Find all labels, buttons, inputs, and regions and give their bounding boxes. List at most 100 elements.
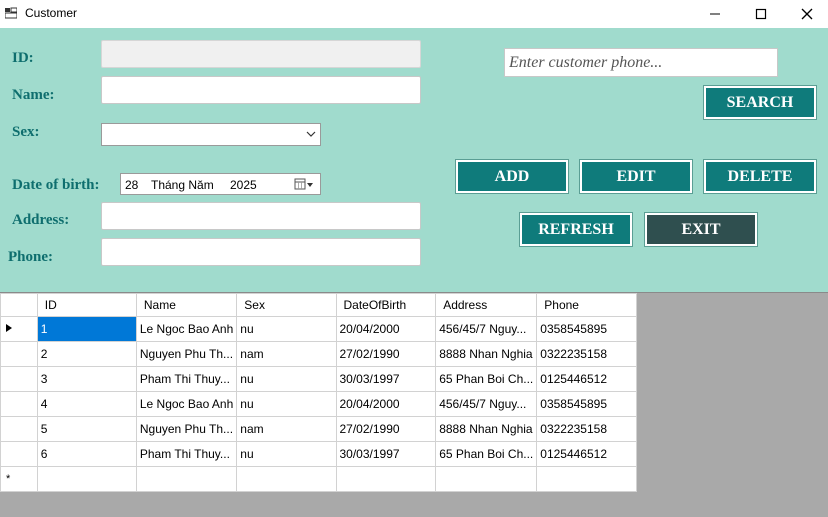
cell-dob[interactable] bbox=[335, 466, 437, 492]
sex-select[interactable] bbox=[101, 123, 321, 146]
minimize-icon bbox=[710, 13, 720, 15]
cell-name[interactable]: Nguyen Phu Th... bbox=[135, 341, 238, 367]
cell-phone[interactable] bbox=[536, 466, 637, 492]
cell-dob[interactable]: 20/04/2000 bbox=[335, 391, 437, 417]
close-button[interactable] bbox=[784, 0, 828, 28]
cell-sex[interactable]: nu bbox=[236, 316, 337, 342]
column-header-dob[interactable]: DateOfBirth bbox=[335, 293, 437, 317]
name-field[interactable] bbox=[101, 76, 421, 104]
cell-dob[interactable]: 30/03/1997 bbox=[335, 441, 437, 467]
add-button[interactable]: ADD bbox=[456, 160, 568, 193]
cell-dob[interactable]: 30/03/1997 bbox=[335, 366, 437, 392]
id-label: ID: bbox=[12, 50, 34, 66]
row-header[interactable] bbox=[0, 441, 38, 467]
cell-dob[interactable]: 20/04/2000 bbox=[335, 316, 437, 342]
cell-address[interactable]: 65 Phan Boi Ch... bbox=[435, 441, 538, 467]
phone-field[interactable] bbox=[101, 238, 421, 266]
table-row[interactable]: 5 Nguyen Phu Th... nam 27/02/1990 8888 N… bbox=[0, 416, 637, 442]
cell-sex[interactable]: nu bbox=[236, 391, 337, 417]
cell-name[interactable]: Nguyen Phu Th... bbox=[135, 416, 238, 442]
cell-address[interactable]: 456/45/7 Nguy... bbox=[435, 316, 538, 342]
cell-phone[interactable]: 0358545895 bbox=[536, 316, 637, 342]
cell-sex[interactable]: nam bbox=[236, 341, 337, 367]
row-header[interactable] bbox=[0, 416, 38, 442]
table-row[interactable]: 2 Nguyen Phu Th... nam 27/02/1990 8888 N… bbox=[0, 341, 637, 367]
cell-sex[interactable]: nu bbox=[236, 441, 337, 467]
cell-address[interactable]: 8888 Nhan Nghia bbox=[435, 416, 538, 442]
cell-name[interactable]: Le Ngoc Bao Anh bbox=[135, 316, 238, 342]
cell-name[interactable] bbox=[135, 466, 238, 492]
row-header[interactable] bbox=[0, 366, 38, 392]
cell-id[interactable] bbox=[36, 466, 137, 492]
current-row-arrow-icon bbox=[6, 324, 12, 332]
row-header-corner[interactable] bbox=[0, 293, 38, 317]
cell-id[interactable]: 4 bbox=[36, 391, 137, 417]
customer-grid-area: ID Name Sex DateOfBirth Address Phone 1 … bbox=[0, 292, 828, 517]
cell-name[interactable]: Pham Thi Thuy... bbox=[135, 441, 238, 467]
calendar-icon[interactable] bbox=[294, 178, 314, 191]
customer-grid[interactable]: ID Name Sex DateOfBirth Address Phone 1 … bbox=[0, 293, 637, 492]
column-header-phone[interactable]: Phone bbox=[536, 293, 637, 317]
app-icon bbox=[5, 7, 17, 19]
cell-sex[interactable]: nam bbox=[236, 416, 337, 442]
cell-address[interactable]: 456/45/7 Nguy... bbox=[435, 391, 538, 417]
maximize-button[interactable] bbox=[738, 0, 784, 28]
new-row[interactable]: * bbox=[0, 466, 637, 492]
search-phone-input[interactable] bbox=[504, 48, 778, 77]
search-button[interactable]: SEARCH bbox=[704, 86, 816, 119]
new-row-marker[interactable]: * bbox=[0, 466, 38, 492]
table-row[interactable]: 6 Pham Thi Thuy... nu 30/03/1997 65 Phan… bbox=[0, 441, 637, 467]
cell-id[interactable]: 2 bbox=[36, 341, 137, 367]
cell-id[interactable]: 3 bbox=[36, 366, 137, 392]
cell-phone[interactable]: 0322235158 bbox=[536, 416, 637, 442]
dob-month[interactable]: Tháng Năm bbox=[151, 178, 214, 192]
column-header-address[interactable]: Address bbox=[435, 293, 538, 317]
delete-button[interactable]: DELETE bbox=[704, 160, 816, 193]
chevron-down-icon bbox=[306, 131, 316, 137]
cell-id[interactable]: 1 bbox=[36, 316, 137, 342]
cell-address[interactable]: 8888 Nhan Nghia bbox=[435, 341, 538, 367]
cell-name[interactable]: Pham Thi Thuy... bbox=[135, 366, 238, 392]
phone-label: Phone: bbox=[8, 249, 53, 265]
minimize-button[interactable] bbox=[692, 0, 738, 28]
customer-form: ID: Name: Sex: Date of birth: 28 Tháng N… bbox=[0, 28, 828, 292]
cell-sex[interactable]: nu bbox=[236, 366, 337, 392]
cell-sex[interactable] bbox=[236, 466, 337, 492]
exit-button[interactable]: EXIT bbox=[645, 213, 757, 246]
cell-dob[interactable]: 27/02/1990 bbox=[335, 416, 437, 442]
row-header[interactable] bbox=[0, 341, 38, 367]
cell-id[interactable]: 6 bbox=[36, 441, 137, 467]
maximize-icon bbox=[755, 8, 767, 20]
table-row[interactable]: 4 Le Ngoc Bao Anh nu 20/04/2000 456/45/7… bbox=[0, 391, 637, 417]
cell-phone[interactable]: 0322235158 bbox=[536, 341, 637, 367]
cell-name[interactable]: Le Ngoc Bao Anh bbox=[135, 391, 238, 417]
cell-phone[interactable]: 0125446512 bbox=[536, 441, 637, 467]
name-label: Name: bbox=[12, 87, 55, 103]
cell-id[interactable]: 5 bbox=[36, 416, 137, 442]
table-row[interactable]: 1 Le Ngoc Bao Anh nu 20/04/2000 456/45/7… bbox=[0, 316, 637, 342]
address-label: Address: bbox=[12, 212, 70, 228]
table-row[interactable]: 3 Pham Thi Thuy... nu 30/03/1997 65 Phan… bbox=[0, 366, 637, 392]
id-field[interactable] bbox=[101, 40, 421, 68]
column-header-sex[interactable]: Sex bbox=[236, 293, 337, 317]
address-field[interactable] bbox=[101, 202, 421, 230]
grid-header-row: ID Name Sex DateOfBirth Address Phone bbox=[0, 293, 637, 317]
close-icon bbox=[801, 8, 813, 20]
cell-phone[interactable]: 0125446512 bbox=[536, 366, 637, 392]
dob-day[interactable]: 28 bbox=[125, 178, 138, 192]
cell-dob[interactable]: 27/02/1990 bbox=[335, 341, 437, 367]
dob-label: Date of birth: bbox=[12, 177, 100, 193]
edit-button[interactable]: EDIT bbox=[580, 160, 692, 193]
refresh-button[interactable]: REFRESH bbox=[520, 213, 632, 246]
cell-phone[interactable]: 0358545895 bbox=[536, 391, 637, 417]
title-bar: Customer bbox=[0, 0, 828, 28]
dob-date-picker[interactable]: 28 Tháng Năm 2025 bbox=[120, 173, 321, 195]
cell-address[interactable]: 65 Phan Boi Ch... bbox=[435, 366, 538, 392]
row-header[interactable] bbox=[0, 316, 38, 342]
cell-address[interactable] bbox=[435, 466, 538, 492]
customer-window: Customer ID: Name: Sex: Date of birth: 2… bbox=[0, 0, 828, 517]
row-header[interactable] bbox=[0, 391, 38, 417]
column-header-id[interactable]: ID bbox=[36, 293, 137, 317]
column-header-name[interactable]: Name bbox=[135, 293, 238, 317]
dob-year[interactable]: 2025 bbox=[230, 178, 257, 192]
